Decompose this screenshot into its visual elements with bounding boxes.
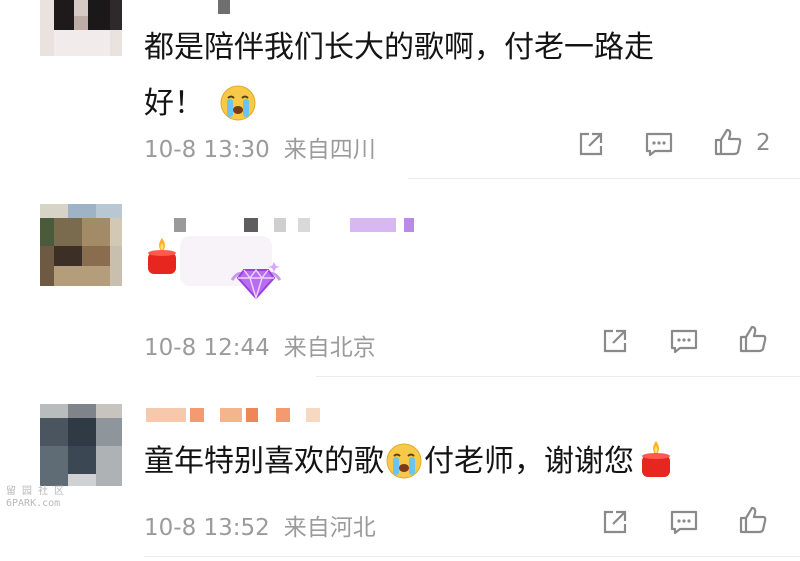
share-button[interactable] — [575, 128, 607, 160]
like-icon — [739, 325, 767, 353]
avatar[interactable] — [40, 404, 122, 486]
like-button[interactable] — [737, 504, 769, 536]
like-count: 2 — [756, 130, 771, 156]
comment-meta: 10-8 12:44 来自北京 — [144, 328, 376, 362]
comment-button[interactable] — [668, 325, 700, 357]
share-icon — [603, 329, 627, 353]
like-icon — [714, 128, 742, 156]
comment-list: 都是陪伴我们长大的歌啊，付老一路走 好！ 10-8 13:30 来自四川 2 1… — [0, 0, 800, 561]
candle-emoji-icon — [144, 236, 180, 276]
comment-button[interactable] — [643, 128, 675, 160]
comment-divider — [144, 556, 800, 557]
comment-text-line: 童年特别喜欢的歌 付老师，谢谢您 — [144, 434, 674, 490]
username-blurred[interactable] — [146, 408, 326, 424]
comment-button[interactable] — [668, 506, 700, 538]
comment-text-line: 都是陪伴我们长大的歌啊，付老一路走 — [144, 30, 654, 65]
watermark: 留 园 社 区 6PARK.com — [6, 486, 64, 510]
comment-icon — [670, 510, 698, 535]
watermark-line: 6PARK.com — [6, 498, 61, 509]
comment-text: 童年特别喜欢的歌 付老师，谢谢您 — [144, 434, 674, 490]
comment-icon — [670, 329, 698, 354]
share-button[interactable] — [599, 325, 631, 357]
comment-date: 10-8 12:44 — [144, 335, 270, 361]
comment-location: 来自北京 — [283, 335, 376, 361]
watermark-line: 留 园 社 区 — [6, 486, 65, 497]
username-blurred[interactable] — [174, 218, 424, 234]
comment-location: 来自四川 — [283, 137, 376, 163]
username-blurred[interactable] — [218, 0, 232, 16]
comment-date: 10-8 13:30 — [144, 137, 270, 163]
comment-location: 来自河北 — [283, 515, 376, 541]
comment-text-line: 好！ — [144, 76, 654, 132]
candle-emoji-icon — [638, 439, 674, 479]
comment-divider — [408, 178, 800, 179]
comment-meta: 10-8 13:30 来自四川 — [144, 130, 376, 164]
comment-icon — [645, 132, 673, 157]
like-icon — [739, 506, 767, 534]
avatar[interactable] — [40, 0, 122, 56]
avatar[interactable] — [40, 204, 122, 286]
comment-meta: 10-8 13:52 来自河北 — [144, 508, 376, 542]
comment-divider — [316, 376, 800, 377]
gem-badge-icon — [230, 262, 282, 301]
sticker — [180, 236, 282, 306]
share-button[interactable] — [599, 506, 631, 538]
comment-date: 10-8 13:52 — [144, 515, 270, 541]
crying-emoji-icon — [386, 442, 422, 478]
share-icon — [579, 132, 603, 156]
share-icon — [603, 510, 627, 534]
crying-emoji-icon — [220, 84, 256, 120]
comment-text: 都是陪伴我们长大的歌啊，付老一路走 好！ — [144, 20, 654, 132]
like-button[interactable] — [712, 126, 744, 158]
like-button[interactable] — [737, 323, 769, 355]
